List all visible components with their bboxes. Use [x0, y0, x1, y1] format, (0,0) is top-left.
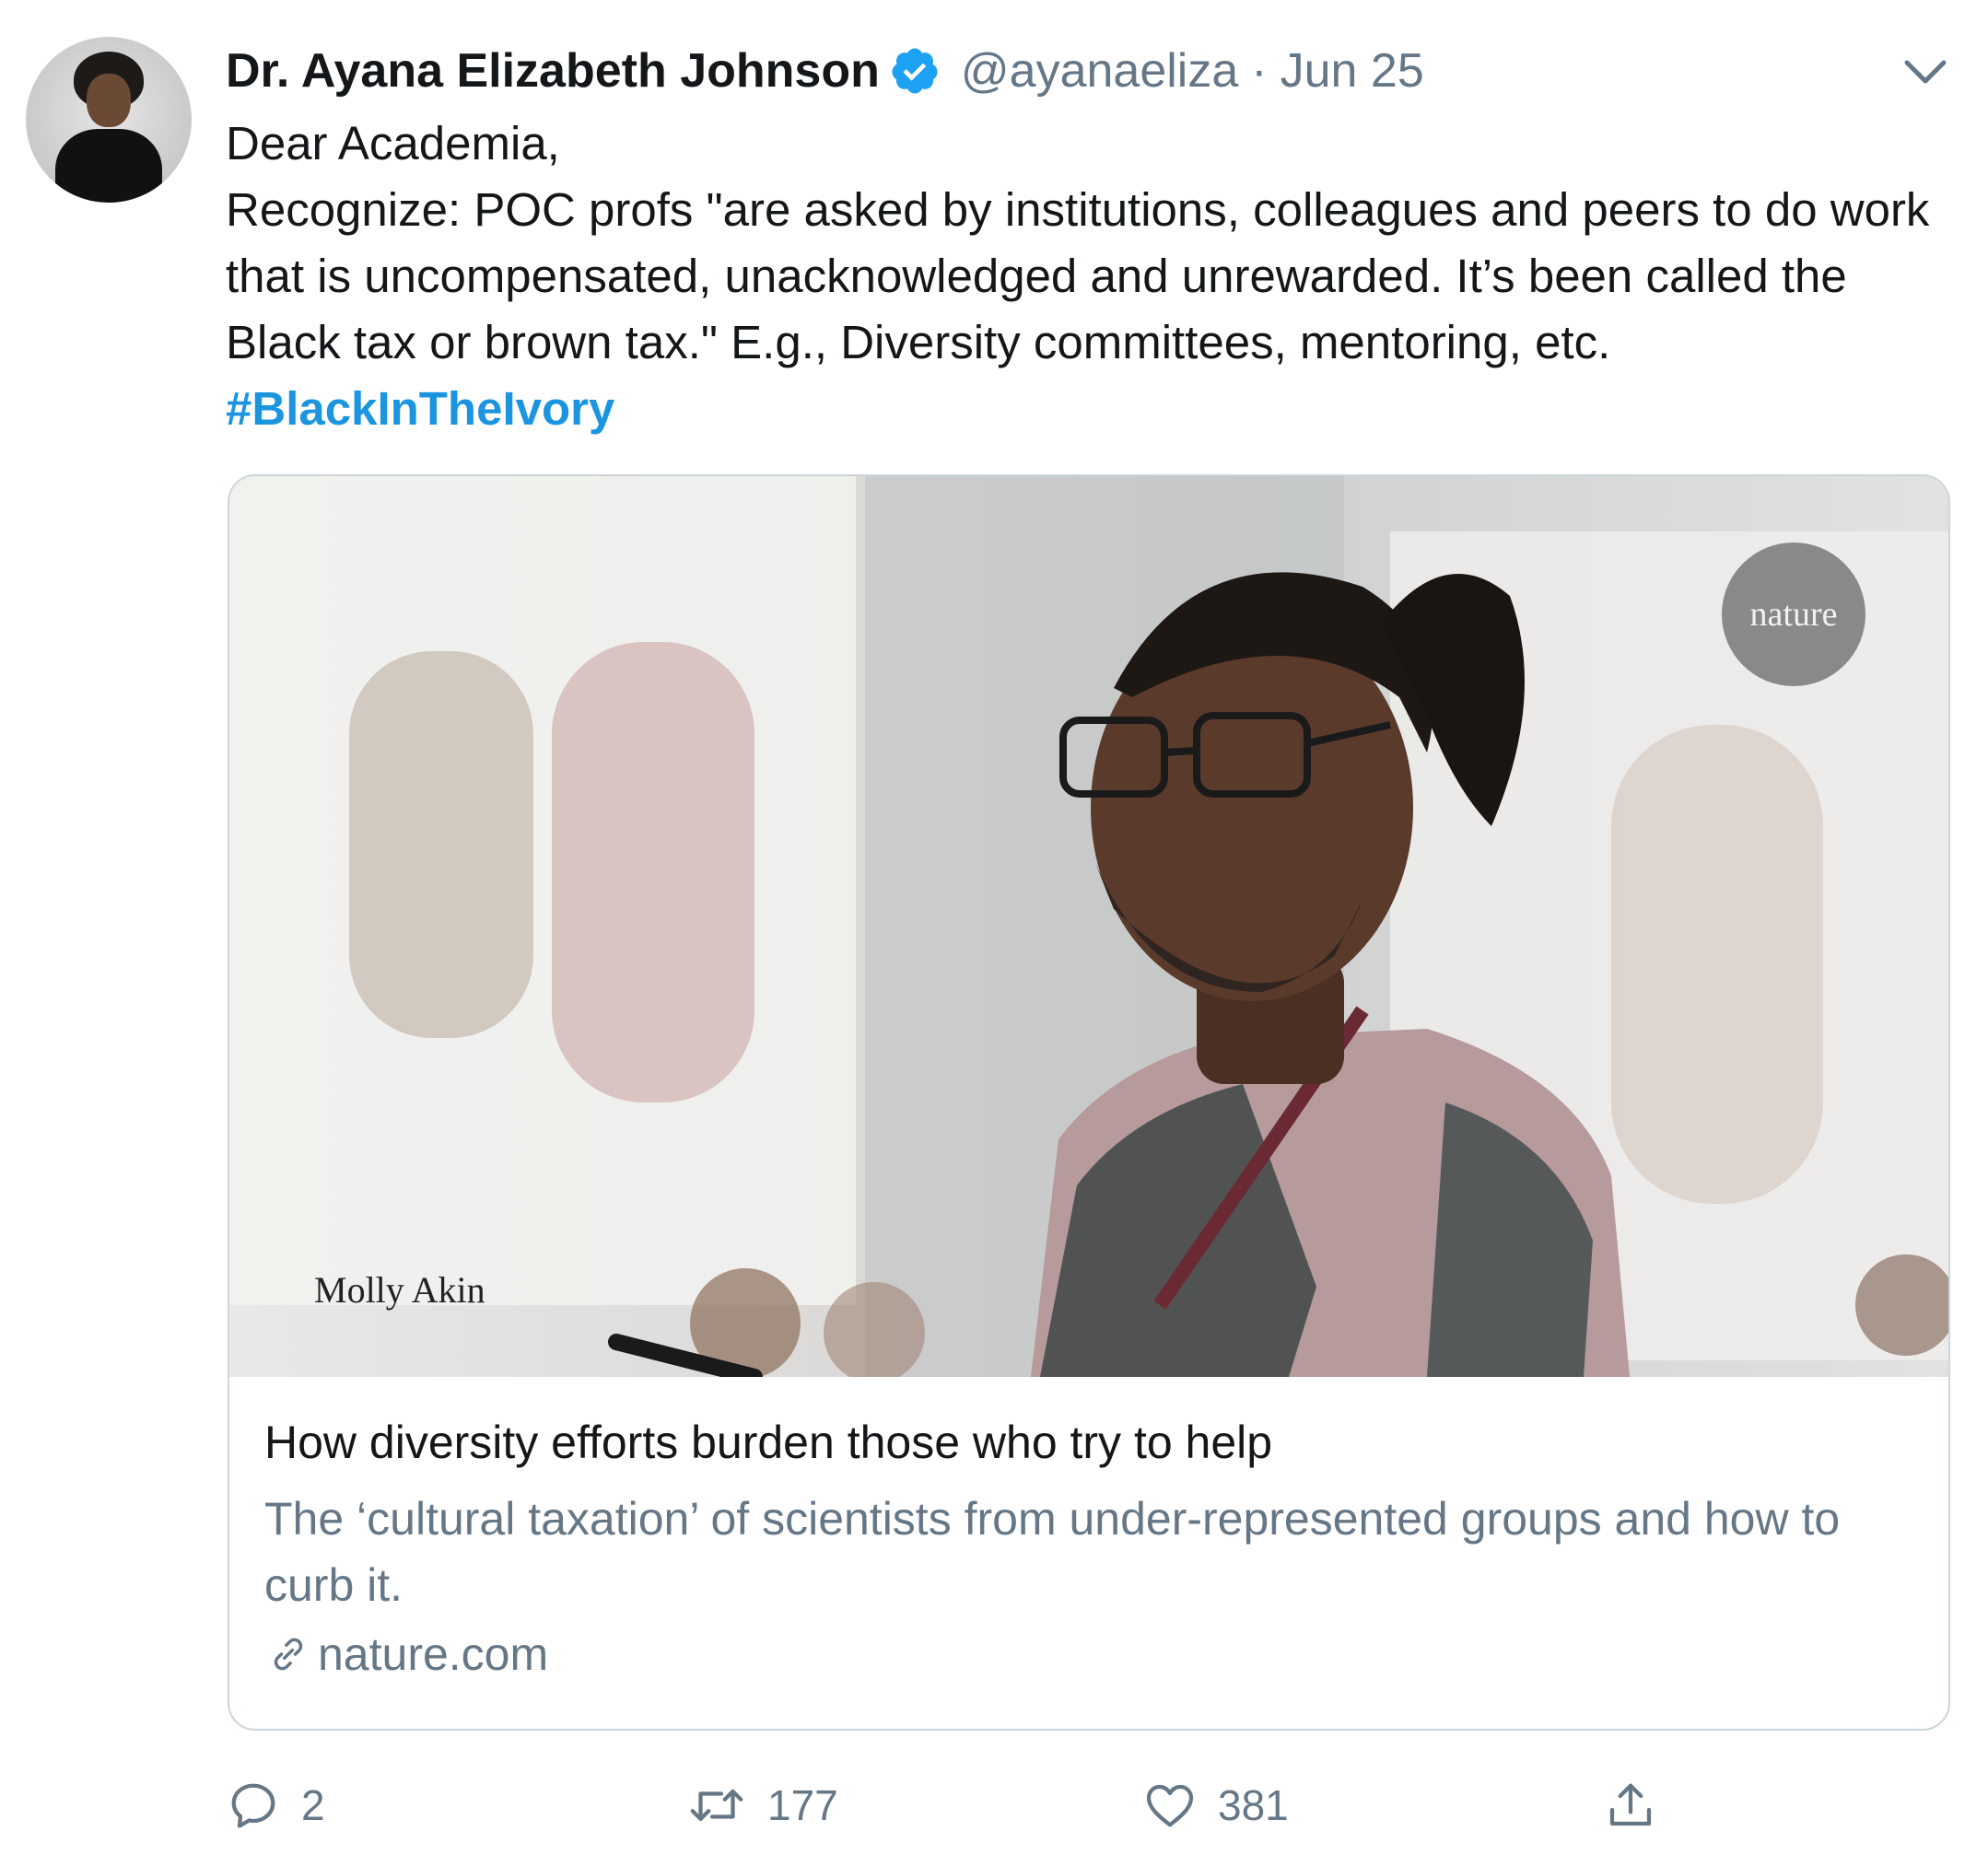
tweet-date[interactable]: Jun 25	[1281, 43, 1424, 99]
link-card[interactable]: nature Molly Akin How diversity efforts …	[228, 474, 1950, 1731]
nature-logo: nature	[1722, 542, 1865, 686]
tweet-text-body: Recognize: POC profs "are asked by insti…	[226, 177, 1967, 442]
retweet-icon	[690, 1789, 743, 1822]
tweet-actions: 2 177 381	[226, 1773, 1958, 1837]
card-description: The ‘cultural taxation’ of scientists fr…	[264, 1493, 1841, 1611]
retweet-count: 177	[767, 1781, 838, 1829]
card-body[interactable]: How diversity efforts burden those who t…	[264, 1414, 1913, 1681]
card-domain-text: nature.com	[318, 1628, 549, 1680]
share-button[interactable]	[1603, 1773, 1678, 1837]
separator-dot: ·	[1251, 44, 1268, 98]
chevron-down-icon[interactable]	[1898, 53, 1953, 90]
reply-button[interactable]: 2	[226, 1773, 325, 1837]
like-count: 381	[1218, 1781, 1289, 1829]
retweet-button[interactable]: 177	[686, 1773, 838, 1837]
link-icon	[274, 1638, 303, 1671]
avatar[interactable]	[26, 37, 192, 203]
author-name[interactable]: Dr. Ayana Elizabeth Johnson	[226, 43, 880, 99]
avatar-face	[87, 74, 131, 127]
card-title[interactable]: How diversity efforts burden those who t…	[264, 1414, 1913, 1471]
author-handle[interactable]: @ayanaeliza	[961, 43, 1238, 99]
reply-icon	[231, 1783, 275, 1828]
share-icon	[1609, 1783, 1652, 1826]
verified-badge-icon	[889, 45, 941, 97]
card-domain[interactable]: nature.com	[264, 1627, 1913, 1681]
like-button[interactable]: 381	[1142, 1773, 1289, 1837]
card-image[interactable]: nature Molly Akin	[229, 476, 1948, 1377]
like-icon	[1146, 1784, 1194, 1827]
tweet-header: Dr. Ayana Elizabeth Johnson @ayanaeliza …	[226, 39, 1424, 103]
tweet-text-line2: Recognize: POC profs "are asked by insti…	[226, 183, 1930, 368]
hashtag-link[interactable]: #BlackInTheIvory	[226, 382, 614, 435]
photo-credit: Molly Akin	[314, 1269, 485, 1311]
tweet-text: Dear Academia, Recognize: POC profs "are…	[226, 111, 1967, 442]
avatar-body	[55, 129, 162, 203]
card-photo-illustration	[229, 476, 1948, 1377]
reply-count: 2	[301, 1781, 325, 1829]
tweet-text-line1: Dear Academia,	[226, 117, 560, 169]
